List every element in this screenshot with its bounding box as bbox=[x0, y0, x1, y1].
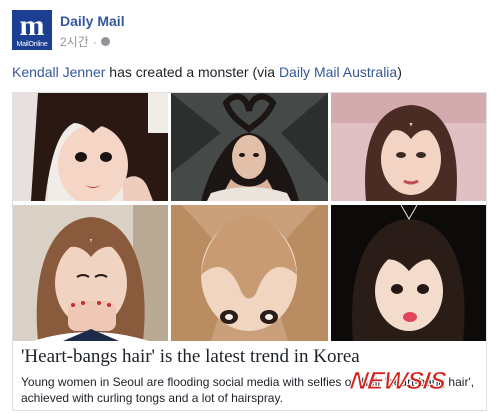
photo-grid[interactable] bbox=[13, 93, 486, 341]
mention-link[interactable]: Kendall Jenner bbox=[12, 64, 105, 80]
photo-3-heart-bangs[interactable] bbox=[331, 93, 486, 201]
link-preview-card[interactable]: 'Heart-bangs hair' is the latest trend i… bbox=[12, 92, 487, 411]
link-headline[interactable]: 'Heart-bangs hair' is the latest trend i… bbox=[21, 346, 360, 368]
photo-6-heart-bangs[interactable] bbox=[331, 205, 486, 341]
caption-text: has created a monster (via bbox=[105, 64, 279, 80]
source-link[interactable]: Daily Mail Australia bbox=[279, 64, 397, 80]
post-caption: Kendall Jenner has created a monster (vi… bbox=[12, 64, 402, 80]
dailymail-logo-text: MailOnline bbox=[16, 40, 48, 48]
photo-5-heart-bangs[interactable] bbox=[171, 205, 328, 341]
photo-2-kendall-jenner[interactable] bbox=[171, 93, 328, 201]
photo-4-heart-bangs[interactable] bbox=[13, 205, 168, 341]
post-meta: 2시간 · bbox=[60, 33, 110, 50]
post-timestamp[interactable]: 2시간 bbox=[60, 33, 89, 50]
photo-1-heart-bangs[interactable] bbox=[13, 93, 168, 201]
dailymail-logo-glyph: m bbox=[19, 10, 45, 42]
page-name-link[interactable]: Daily Mail bbox=[60, 13, 125, 29]
caption-text-end: ) bbox=[397, 64, 402, 80]
page-avatar[interactable]: m MailOnline bbox=[12, 10, 52, 50]
facebook-post: m MailOnline Daily Mail 2시간 · Kendall Je… bbox=[0, 0, 500, 413]
newsis-watermark: NEWSIS bbox=[348, 367, 449, 396]
globe-icon[interactable] bbox=[100, 37, 110, 46]
